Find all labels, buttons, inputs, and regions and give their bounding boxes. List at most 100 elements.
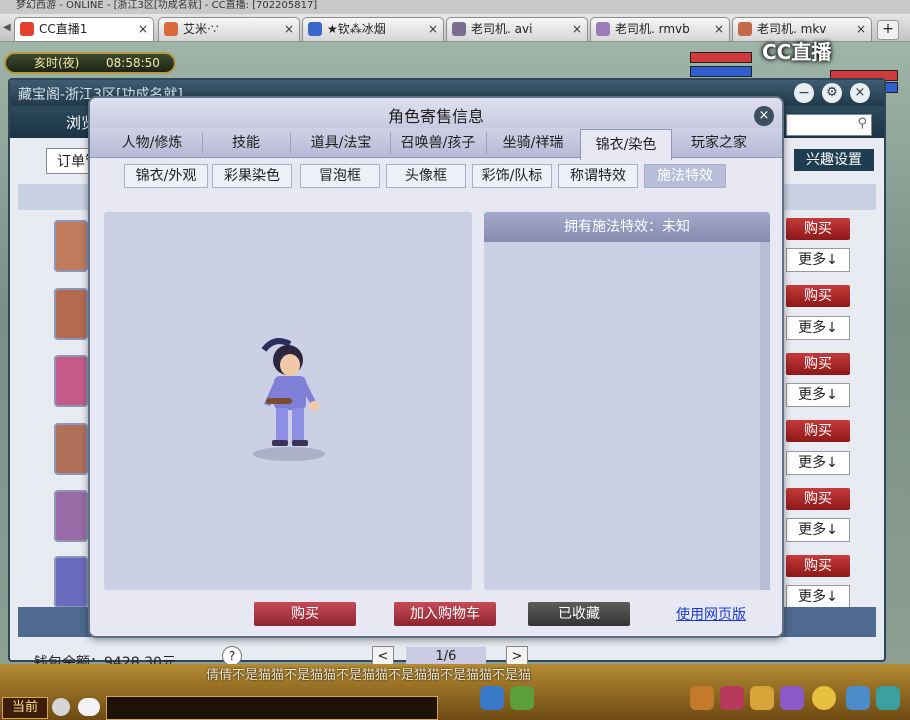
chat-input[interactable] [106,696,438,720]
tab-items[interactable]: 道具/法宝 [296,128,386,158]
tab-separator [290,132,291,154]
close-tab-icon[interactable]: × [572,18,582,40]
character-preview-panel [104,212,472,590]
help-icon[interactable]: ? [222,646,242,666]
hp-bar [690,52,752,63]
menu-icon[interactable] [876,686,900,710]
tab-player-home[interactable]: 玩家之家 [676,128,762,158]
tab-label: 老司机. rmvb [615,22,690,36]
system-icon[interactable] [846,686,870,710]
mp-bar [690,66,752,77]
listing-buy-button[interactable]: 购买 [786,488,850,510]
gift-icon[interactable] [780,686,804,710]
listing-more-button[interactable]: 更多↓ [786,585,850,609]
browser-tab-avi[interactable]: 老司机. avi × [446,17,588,41]
smiley-icon[interactable] [812,686,836,710]
settings-gear-icon[interactable]: ⚙ [822,83,842,103]
chat-channel-current[interactable]: 当前 [2,697,48,719]
dialog-header: 角色寄售信息 × [90,98,782,128]
character-sprite [253,338,325,461]
listing-buy-button[interactable]: 购买 [786,285,850,307]
listing-buy-button[interactable]: 购买 [786,218,850,240]
subtab-cast-effect[interactable]: 施法特效 [644,164,726,188]
browser-tab-cc-live[interactable]: CC直播1 × [14,17,154,41]
clock-time: 08:58:50 [106,56,160,70]
listing-more-button[interactable]: 更多↓ [786,518,850,542]
tab-label: ★钦⁂冰烟 [327,22,386,36]
subtab-bubble-frame[interactable]: 冒泡框 [300,164,380,188]
browser-tab-qinyan[interactable]: ★钦⁂冰烟 × [302,17,444,41]
interest-settings-button[interactable]: 兴趣设置 [794,149,874,171]
close-window-icon[interactable]: × [850,83,870,103]
browser-tab-rmvb[interactable]: 老司机. rmvb × [590,17,730,41]
effects-scrollbar[interactable] [760,242,770,590]
listing-more-button[interactable]: 更多↓ [786,316,850,340]
listing-buy-button[interactable]: 购买 [786,420,850,442]
microphone-icon[interactable] [52,698,70,716]
listing-avatar[interactable] [54,490,88,542]
tab-separator [486,132,487,154]
add-to-cart-button[interactable]: 加入购物车 [394,602,496,626]
pavilion-search-input[interactable]: ⚲ [786,114,872,136]
avatar-favicon-icon [738,22,752,36]
subtab-title-effect[interactable]: 称谓特效 [558,164,638,188]
listing-more-button[interactable]: 更多↓ [786,248,850,272]
avatar-favicon-icon [308,22,322,36]
listing-avatar[interactable] [54,556,88,608]
tab-separator [202,132,203,154]
dialog-title: 角色寄售信息 [387,107,484,126]
attack-icon[interactable] [480,686,504,710]
close-dialog-button[interactable]: × [754,106,774,126]
close-tab-icon[interactable]: × [428,18,438,40]
close-tab-icon[interactable]: × [284,18,294,40]
clock-period: 亥时(夜) [34,56,80,70]
use-web-version-link[interactable]: 使用网页版 [676,604,746,624]
search-icon[interactable]: ⚲ [857,116,867,131]
tab-skills[interactable]: 技能 [208,128,284,158]
tab-scroll-left-icon[interactable]: ◀ [3,22,11,33]
subtab-costume-look[interactable]: 锦衣/外观 [124,164,208,188]
listing-avatar[interactable] [54,288,88,340]
tab-pets[interactable]: 召唤兽/孩子 [392,128,484,158]
tab-label: 老司机. avi [471,22,533,36]
listing-more-button[interactable]: 更多↓ [786,451,850,475]
listing-more-button[interactable]: 更多↓ [786,383,850,407]
minimize-icon[interactable]: − [794,83,814,103]
pet-icon[interactable] [720,686,744,710]
dialog-sub-tabs: 锦衣/外观 彩果染色 冒泡框 头像框 彩饰/队标 称谓特效 施法特效 [90,160,782,196]
subtab-dye[interactable]: 彩果染色 [212,164,292,188]
chat-message-line: 倩倩不是猫猫不是猫猫不是猫猫不是猫猫不是猫猫不是猫 [206,668,532,683]
tab-mounts[interactable]: 坐骑/祥瑞 [488,128,578,158]
avatar-favicon-icon [596,22,610,36]
listing-avatar[interactable] [54,355,88,407]
tab-costume[interactable]: 锦衣/染色 [580,129,672,160]
listing-buy-button[interactable]: 购买 [786,353,850,375]
dialog-main-tabs: 人物/修炼 技能 道具/法宝 召唤兽/孩子 坐骑/祥瑞 锦衣/染色 玩家之家 [90,128,782,160]
task-icon[interactable] [750,686,774,710]
favorited-button[interactable]: 已收藏 [528,602,630,626]
listing-avatar[interactable] [54,220,88,272]
listing-avatar[interactable] [54,423,88,475]
game-hud: 倩倩不是猫猫不是猫猫不是猫猫不是猫猫不是猫猫不是猫 当前 [0,664,910,720]
buy-button[interactable]: 购买 [254,602,356,626]
avatar-favicon-icon [452,22,466,36]
tab-separator [390,132,391,154]
item-icon[interactable] [510,686,534,710]
tab-label: 老司机. mkv [757,22,827,36]
team-icon[interactable] [690,686,714,710]
emoji-chat-icon[interactable] [78,698,100,716]
character-consignment-dialog: 角色寄售信息 × 人物/修炼 技能 道具/法宝 召唤兽/孩子 坐骑/祥瑞 锦衣/… [88,96,784,638]
tab-character[interactable]: 人物/修炼 [106,128,198,158]
browser-tab-aimi[interactable]: 艾米·∵ × [158,17,300,41]
avatar-favicon-icon [164,22,178,36]
subtab-avatar-frame[interactable]: 头像框 [386,164,466,188]
close-tab-icon[interactable]: × [714,18,724,40]
listing-buy-button[interactable]: 购买 [786,555,850,577]
window-title-strip: 梦幻西游 - ONLINE - [浙江3区[功成名就] - CC直播: [702… [0,0,910,14]
game-clock: 亥时(夜) 08:58:50 [4,52,176,74]
close-tab-icon[interactable]: × [138,18,148,40]
tab-label: 艾米·∵ [183,22,219,36]
subtab-team-badge[interactable]: 彩饰/队标 [472,164,552,188]
cc-live-logo: CC直播 [762,40,832,64]
cc-favicon-icon [20,22,34,36]
